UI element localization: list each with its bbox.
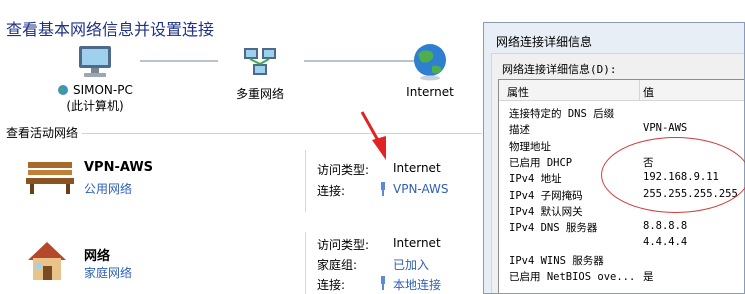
connection-link[interactable]: 本地连接	[393, 276, 441, 293]
property-name: IPv4 子网掩码	[509, 189, 583, 202]
connection-icon	[381, 276, 385, 290]
access-type-value: Internet	[393, 161, 441, 175]
connection-label: 连接:	[317, 184, 346, 198]
bench-icon	[26, 162, 74, 194]
list-item[interactable]: 连接特定的 DNS 后缀	[499, 104, 744, 121]
multiple-networks-icon	[244, 48, 276, 75]
network-name: 网络	[84, 249, 111, 264]
column-divider	[305, 150, 306, 212]
access-type-label: 访问类型:	[317, 163, 370, 177]
list-item[interactable]: 描述 VPN-AWS	[499, 120, 744, 137]
details-label: 网络连接详细信息(D):	[502, 63, 617, 76]
highlight-ellipse	[601, 137, 745, 213]
connection-link[interactable]: VPN-AWS	[393, 182, 449, 196]
property-name: IPv4 WINS 服务器	[509, 254, 604, 267]
globe-small-icon	[58, 85, 69, 95]
computer-icon	[79, 46, 111, 77]
list-item[interactable]: IPv4 WINS 服务器	[499, 251, 744, 268]
property-name: 连接特定的 DNS 后缀	[509, 108, 615, 120]
property-name: 已启用 NetBIOS ove...	[509, 271, 636, 283]
homegroup-label: 家庭组:	[317, 258, 358, 272]
map-node-computer[interactable]: SIMON-PC (此计算机)	[40, 44, 150, 114]
connection-icon	[381, 182, 385, 196]
property-value: 4.4.4.4	[643, 236, 688, 249]
node-label: 多重网络	[235, 87, 284, 101]
node-label: Internet	[406, 85, 454, 99]
house-icon	[28, 242, 66, 280]
map-link	[140, 60, 218, 62]
access-type-label: 访问类型:	[317, 238, 370, 252]
connection-label: 连接:	[317, 278, 346, 292]
network-type-link[interactable]: 家庭网络	[84, 264, 132, 281]
section-heading: 查看活动网络	[6, 126, 79, 140]
property-name: 物理地址	[509, 140, 551, 153]
globe-icon	[414, 44, 446, 81]
list-header: 属性 值	[499, 80, 744, 101]
property-name: IPv4 默认网关	[509, 205, 583, 218]
network-type-link[interactable]: 公用网络	[84, 180, 132, 197]
property-value: VPN-AWS	[643, 122, 688, 135]
list-item[interactable]: 已启用 NetBIOS ove... 是	[499, 267, 744, 284]
column-divider[interactable]	[639, 80, 640, 100]
column-header-value[interactable]: 值	[643, 84, 654, 100]
map-node-internet[interactable]: Internet	[398, 40, 462, 99]
property-name: IPv4 地址	[509, 173, 562, 186]
access-type-value: Internet	[393, 236, 441, 250]
list-item[interactable]: 4.4.4.4	[499, 234, 744, 251]
page-title: 查看基本网络信息并设置连接	[6, 20, 215, 39]
node-label: SIMON-PC	[72, 83, 133, 97]
dialog-title: 网络连接详细信息	[496, 35, 593, 49]
homegroup-link[interactable]: 已加入	[393, 256, 429, 273]
column-header-property[interactable]: 属性	[507, 84, 529, 100]
node-sublabel: (此计算机)	[66, 99, 124, 113]
property-name: 已启用 DHCP	[509, 156, 573, 169]
property-value: 是	[643, 271, 654, 283]
property-name: IPv4 DNS 服务器	[509, 222, 598, 235]
property-value: 8.8.8.8	[643, 220, 688, 233]
section-divider	[82, 133, 482, 134]
network-name: VPN-AWS	[84, 160, 154, 175]
map-node-multiple-networks[interactable]: 多重网络	[215, 44, 305, 102]
property-name: 描述	[509, 124, 530, 137]
list-item[interactable]: IPv4 DNS 服务器 8.8.8.8	[499, 218, 744, 235]
column-divider	[305, 232, 306, 294]
arrow-annotation-icon	[360, 111, 386, 160]
